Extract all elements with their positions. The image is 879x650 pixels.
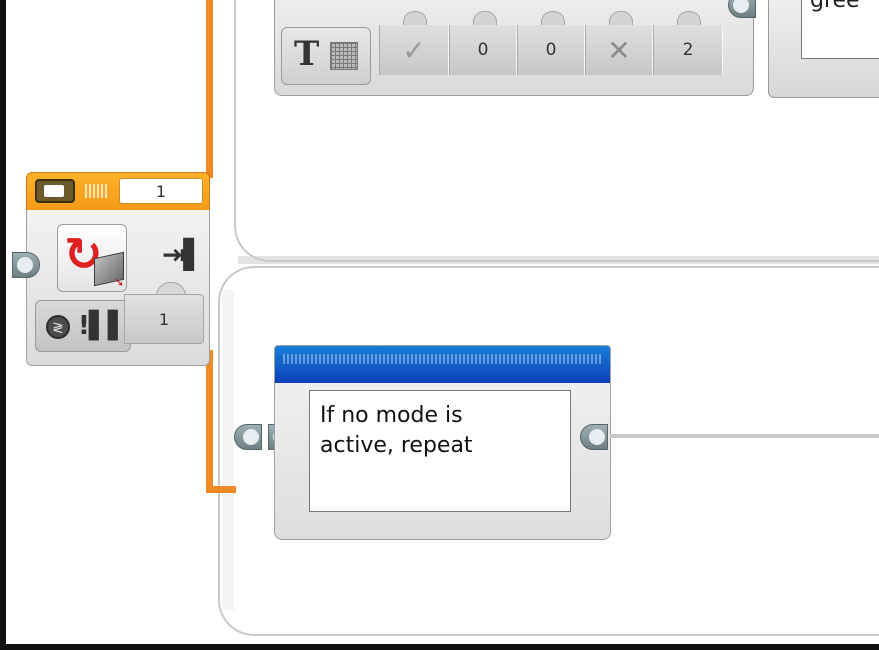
mode-selector-icon[interactable] (35, 179, 75, 203)
loop-name-field[interactable]: 1 (119, 178, 203, 204)
comment-text[interactable]: If no mode is active, repeat (309, 390, 571, 512)
end-bars-icon: ⇥▌ (162, 238, 205, 271)
loop-interrupt-mode-button[interactable]: ↻ ➘ (57, 224, 127, 292)
sequence-wire (206, 486, 236, 493)
sequence-plug-icon[interactable] (12, 252, 40, 278)
header-pattern (283, 354, 602, 364)
arrow-icon: ➘ (114, 275, 125, 289)
comment-block[interactable]: If no mode is active, repeat (274, 345, 611, 540)
sequence-wire (206, 350, 213, 492)
loop-interrupt-header[interactable]: 1 (26, 172, 210, 212)
sequence-wire (206, 0, 213, 178)
sequence-beam (610, 434, 879, 438)
comment-header (275, 346, 610, 383)
sequence-plug-icon[interactable] (580, 424, 608, 450)
case-frame-upper (234, 0, 879, 262)
sequence-plug-icon[interactable] (234, 424, 262, 450)
case-lower-inner (222, 290, 234, 610)
compare-mode-panel[interactable]: ≷ !▌▌ (35, 300, 131, 352)
signal-bars-icon: !▌▌ (78, 311, 128, 341)
output-value[interactable]: 1 (124, 294, 204, 344)
header-pattern (85, 184, 109, 198)
compare-gauge-icon: ≷ (46, 315, 70, 339)
program-canvas[interactable]: T ✓ 0 0 ✕ 2 gree 1 ↻ ➘ ⇥▌ ≷ !▌▌ 1 If no … (0, 0, 879, 650)
